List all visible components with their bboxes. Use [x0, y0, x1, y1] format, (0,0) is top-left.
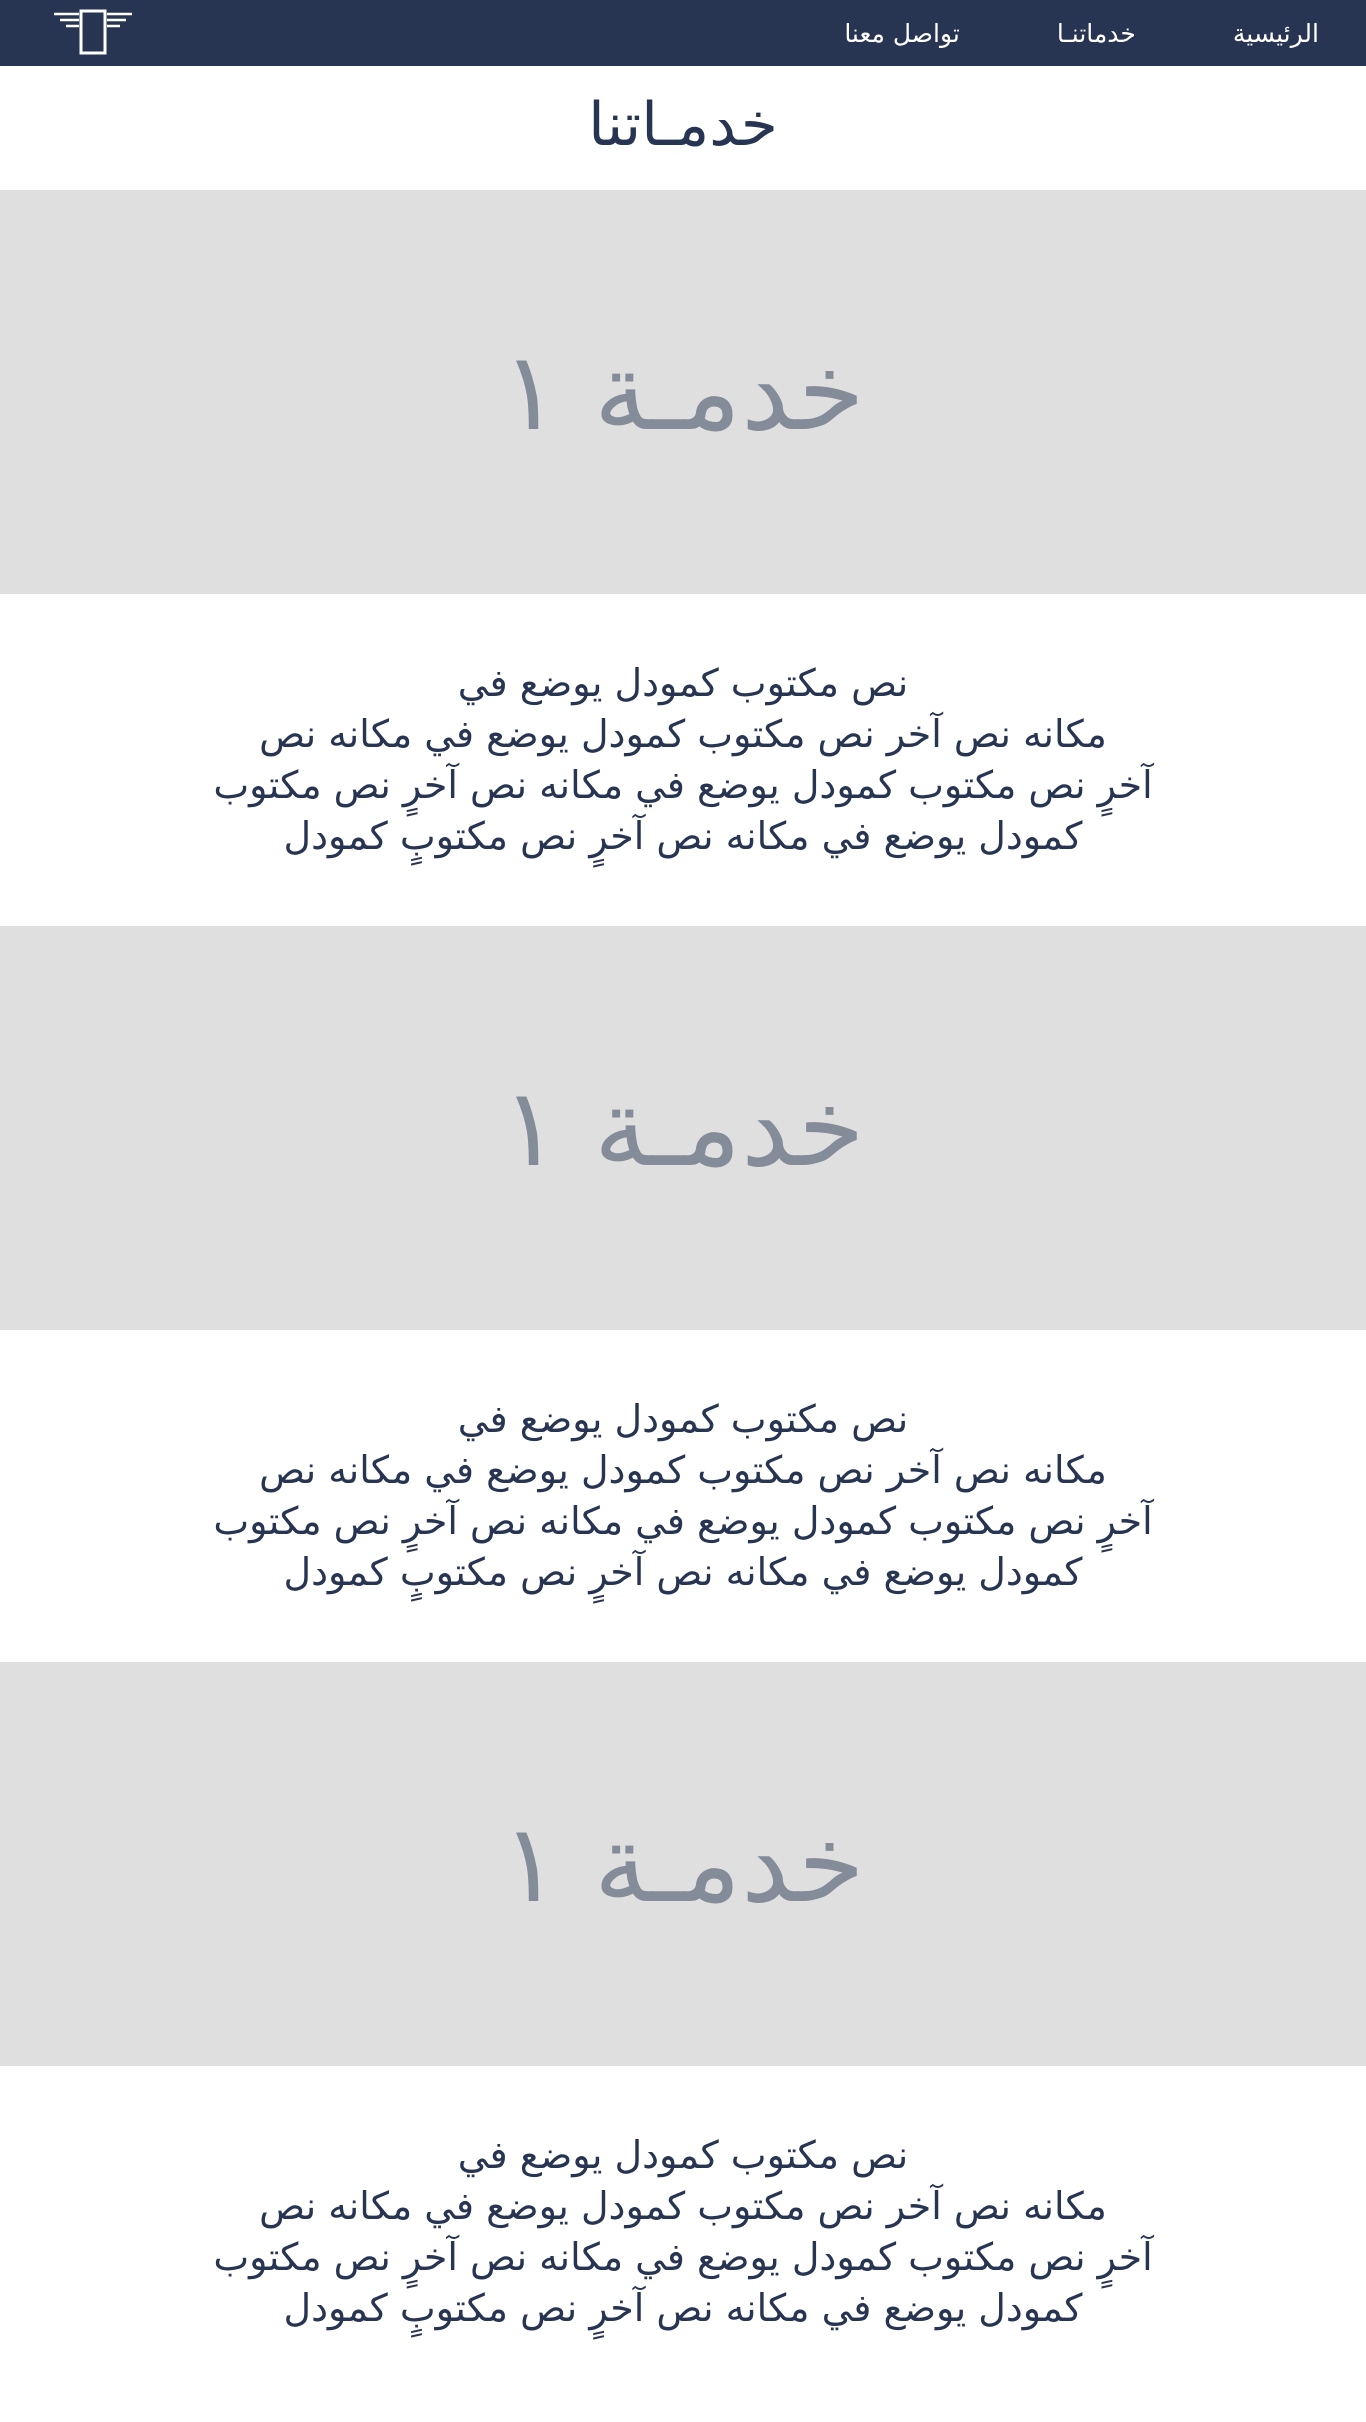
- service-banner: خدمـة ١: [0, 926, 1366, 1330]
- description-line: آخرٍ نص مكتوب كمودل يوضع في مكانه نص آخر…: [213, 763, 1153, 807]
- service-description: نص مكتوب كمودل يوضع في مكانه نص آخر نص م…: [0, 1330, 1366, 1662]
- service-banner: خدمـة ١: [0, 190, 1366, 594]
- service-description-text: نص مكتوب كمودل يوضع في مكانه نص آخر نص م…: [213, 1394, 1152, 1598]
- description-line: كمودل يوضع في مكانه نص آخرٍ نص مكتوبٍ كم…: [283, 1550, 1083, 1594]
- nav-link-services[interactable]: خدماتنـا: [1057, 19, 1136, 48]
- description-line: آخرٍ نص مكتوب كمودل يوضع في مكانه نص آخر…: [213, 2235, 1153, 2279]
- nav-links: الرئيسية خدماتنـا تواصل معنا: [844, 0, 1366, 66]
- description-line: نص مكتوب كمودل يوضع في: [457, 1397, 909, 1441]
- service-description-text: نص مكتوب كمودل يوضع في مكانه نص آخر نص م…: [213, 2130, 1152, 2334]
- description-line: آخرٍ نص مكتوب كمودل يوضع في مكانه نص آخر…: [213, 1499, 1153, 1543]
- service-description: نص مكتوب كمودل يوضع في مكانه نص آخر نص م…: [0, 594, 1366, 926]
- service-banner-title: خدمـة ١: [501, 1801, 865, 1927]
- winged-phone-icon: [54, 9, 132, 55]
- description-line: كمودل يوضع في مكانه نص آخرٍ نص مكتوبٍ كم…: [283, 2286, 1083, 2330]
- service-banner: خدمـة ١: [0, 1662, 1366, 2066]
- navbar: الرئيسية خدماتنـا تواصل معنا: [0, 0, 1366, 66]
- service-section-3: خدمـة ١ نص مكتوب كمودل يوضع في مكانه نص …: [0, 1662, 1366, 2398]
- service-banner-title: خدمـة ١: [501, 329, 865, 455]
- logo[interactable]: [52, 8, 134, 56]
- nav-link-home[interactable]: الرئيسية: [1233, 19, 1319, 48]
- page-title: خدمـاتنا: [588, 90, 778, 160]
- description-line: مكانه نص آخر نص مكتوب كمودل يوضع في مكان…: [259, 712, 1107, 756]
- description-line: مكانه نص آخر نص مكتوب كمودل يوضع في مكان…: [259, 1448, 1107, 1492]
- service-description-text: نص مكتوب كمودل يوضع في مكانه نص آخر نص م…: [213, 658, 1152, 862]
- description-line: نص مكتوب كمودل يوضع في: [457, 2133, 909, 2177]
- service-section-2: خدمـة ١ نص مكتوب كمودل يوضع في مكانه نص …: [0, 926, 1366, 1662]
- nav-link-contact[interactable]: تواصل معنا: [844, 19, 960, 48]
- description-line: نص مكتوب كمودل يوضع في: [457, 661, 909, 705]
- description-line: مكانه نص آخر نص مكتوب كمودل يوضع في مكان…: [259, 2184, 1107, 2228]
- service-section-1: خدمـة ١ نص مكتوب كمودل يوضع في مكانه نص …: [0, 190, 1366, 926]
- service-description: نص مكتوب كمودل يوضع في مكانه نص آخر نص م…: [0, 2066, 1366, 2398]
- service-banner-title: خدمـة ١: [501, 1065, 865, 1191]
- description-line: كمودل يوضع في مكانه نص آخرٍ نص مكتوبٍ كم…: [283, 814, 1083, 858]
